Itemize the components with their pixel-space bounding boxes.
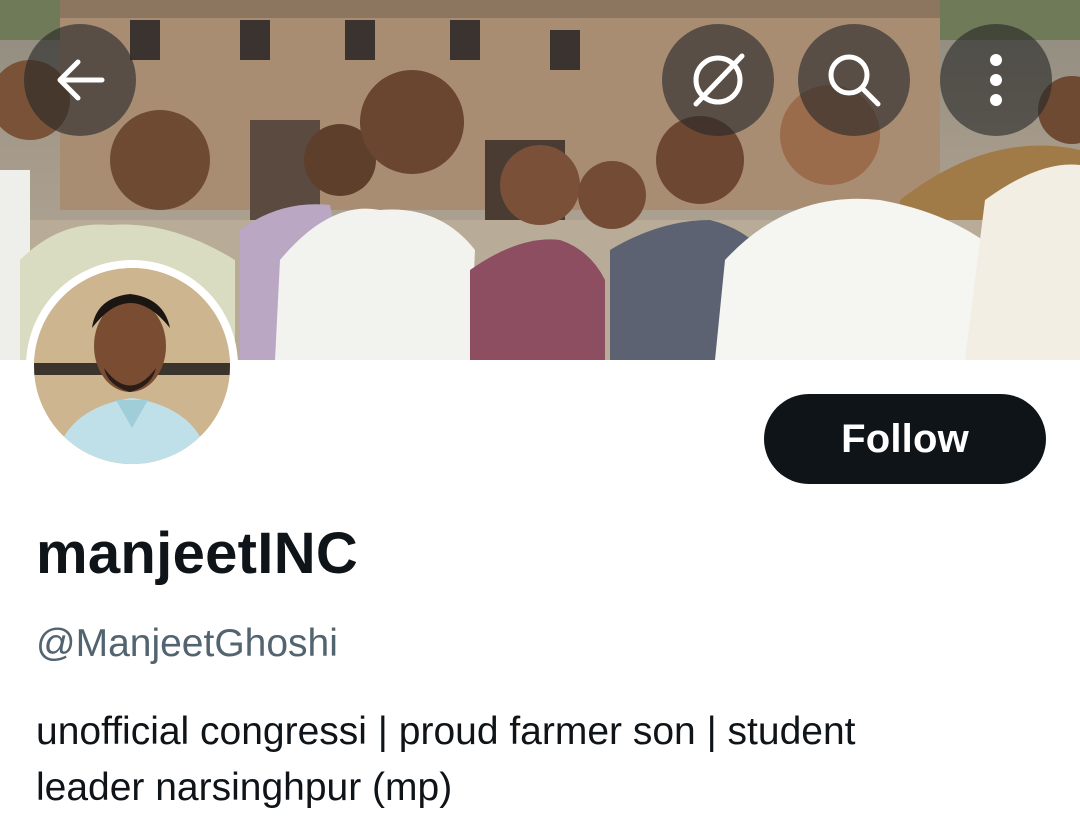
back-button[interactable] [24,24,136,136]
grok-button[interactable] [662,24,774,136]
avatar-photo [34,268,230,464]
more-options-button[interactable] [940,24,1052,136]
search-button[interactable] [798,24,910,136]
follow-button[interactable]: Follow [764,394,1046,484]
arrow-left-icon [52,52,108,108]
display-name: manjeetINC [36,521,359,586]
more-vertical-icon [986,50,1006,110]
bio-line-1: unofficial congressi | proud farmer son … [36,710,856,753]
username-handle: @ManjeetGhoshi [36,622,338,665]
search-icon [822,48,886,112]
grok-icon [686,48,750,112]
profile-bio: unofficial congressi | proud farmer son … [36,704,1046,816]
profile-avatar[interactable] [26,260,238,472]
bio-line-2: leader narsinghpur (mp) [36,766,453,809]
